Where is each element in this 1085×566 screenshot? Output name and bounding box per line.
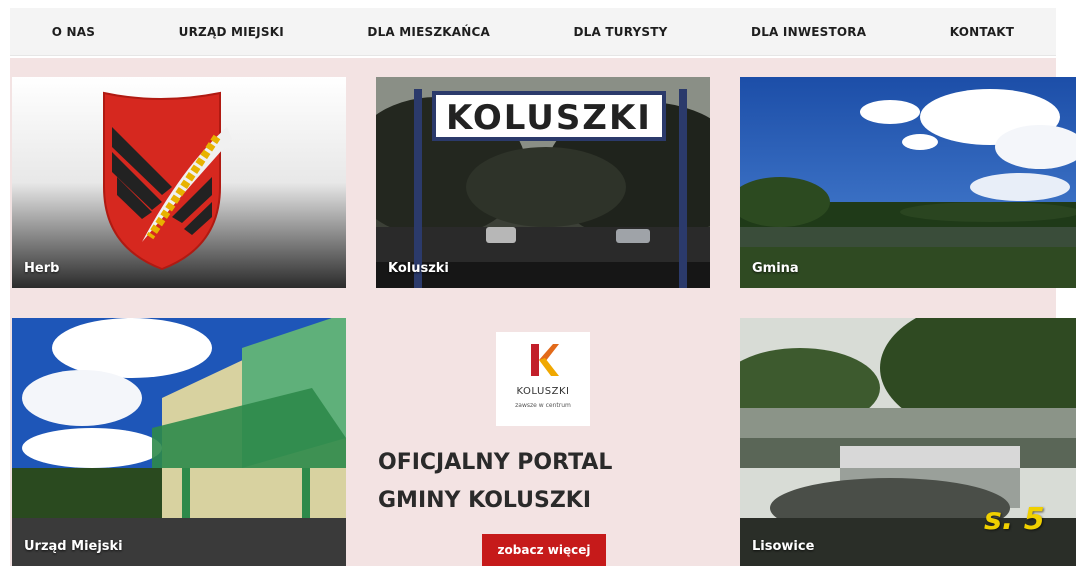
tile-gmina-label: Gmina (752, 261, 799, 276)
tile-koluszki-label: Koluszki (388, 261, 449, 276)
tile-koluszki[interactable]: KOLUSZKI Koluszki (376, 77, 710, 288)
tile-herb-label: Herb (24, 261, 60, 276)
nav-item-kontakt[interactable]: KONTAKT (950, 25, 1014, 39)
main-nav: O NAS URZĄD MIEJSKI DLA MIESZKAŃCA DLA T… (10, 8, 1056, 56)
tile-urzad-label: Urząd Miejski (24, 539, 123, 554)
tile-herb[interactable]: Herb (12, 77, 346, 288)
koluszki-logo: KOLUSZKI zawsze w centrum (496, 332, 590, 426)
nav-item-urzad-miejski[interactable]: URZĄD MIEJSKI (179, 25, 284, 39)
logo-tagline: zawsze w centrum (515, 402, 571, 409)
portal-title: OFICJALNY PORTAL GMINY KOLUSZKI (378, 444, 708, 520)
gmina-image (740, 77, 1076, 288)
logo-k-icon (531, 344, 559, 376)
page-marker: s. 5 (984, 502, 1045, 537)
portal-title-line1: OFICJALNY PORTAL (378, 450, 613, 475)
nav-item-dla-mieszkanca[interactable]: DLA MIESZKAŃCA (367, 25, 490, 39)
tile-lisowice-label: Lisowice (752, 539, 815, 554)
urzad-image (12, 318, 346, 566)
koluszki-sign-text: KOLUSZKI (446, 98, 652, 138)
portal-block: KOLUSZKI zawsze w centrum OFICJALNY PORT… (376, 332, 712, 566)
koluszki-image: KOLUSZKI (376, 77, 710, 288)
portal-title-line2: GMINY KOLUSZKI (378, 488, 592, 513)
tile-gmina[interactable]: Gmina (740, 77, 1076, 288)
nav-item-o-nas[interactable]: O NAS (52, 25, 95, 39)
herb-image (12, 77, 346, 288)
nav-item-dla-inwestora[interactable]: DLA INWESTORA (751, 25, 866, 39)
logo-name: KOLUSZKI (516, 386, 570, 397)
tile-urzad-miejski[interactable]: Urząd Miejski (12, 318, 346, 566)
see-more-button[interactable]: zobacz więcej (482, 534, 606, 566)
nav-item-dla-turysty[interactable]: DLA TURYSTY (574, 25, 668, 39)
